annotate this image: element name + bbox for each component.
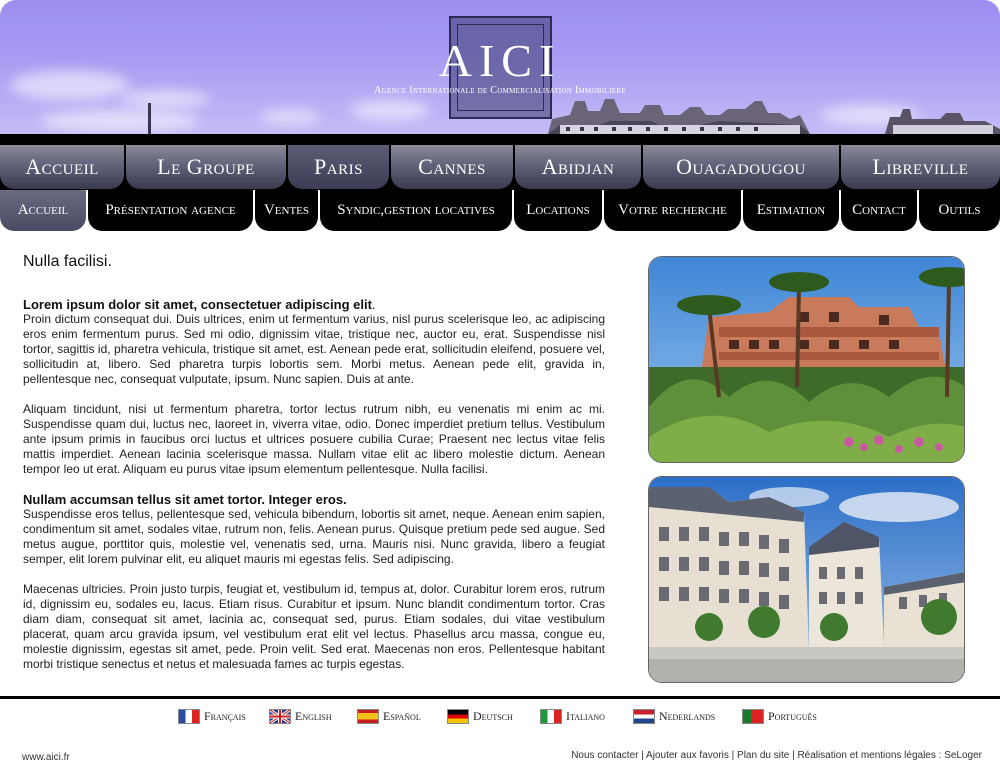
lang-label: Deutsch <box>473 709 513 723</box>
lang-label: Nederlands <box>659 709 716 723</box>
footer-links[interactable]: Nous contacter | Ajouter aux favoris | P… <box>571 750 982 761</box>
photo-buildings <box>648 476 965 683</box>
footer-divider <box>0 696 1000 699</box>
sub-nav-votre-recherche[interactable]: Votre recherche <box>604 190 741 231</box>
sub-nav-outils[interactable]: Outils <box>919 190 1000 231</box>
main-nav-ouagadougou[interactable]: Ouagadougou <box>643 145 839 189</box>
lang-portugues[interactable]: Português <box>742 709 817 724</box>
sub-nav: Accueil Présentation agence Ventes Syndi… <box>0 190 1000 231</box>
lang-english[interactable]: English <box>269 709 332 724</box>
lang-italiano[interactable]: Italiano <box>540 709 605 724</box>
paragraph: Aliquam tincidunt, nisi ut fermentum pha… <box>23 402 605 476</box>
flag-netherlands-icon <box>633 709 655 724</box>
section-heading-suffix: . <box>371 297 376 312</box>
paragraph: Maecenas ultricies. Proin justo turpis, … <box>23 582 605 671</box>
flag-spain-icon <box>357 709 379 724</box>
lang-label: Español <box>383 709 421 723</box>
sub-nav-ventes[interactable]: Ventes <box>255 190 318 231</box>
paragraph: Suspendisse eros tellus, pellentesque se… <box>23 507 605 566</box>
site-url[interactable]: www.aici.fr <box>22 752 70 763</box>
main-nav-abidjan[interactable]: Abidjan <box>515 145 641 189</box>
sub-nav-presentation[interactable]: Présentation agence <box>88 190 253 231</box>
sub-nav-syndic[interactable]: Syndic,gestion locatives <box>320 190 512 231</box>
sub-nav-accueil[interactable]: Accueil <box>0 190 86 231</box>
main-nav-cannes[interactable]: Cannes <box>391 145 513 189</box>
section-heading: Lorem ipsum dolor sit amet, consectetuer… <box>23 297 605 312</box>
lang-espanol[interactable]: Español <box>357 709 421 724</box>
section-heading: Nullam accumsan tellus sit amet tortor. … <box>23 492 347 507</box>
lang-label: Italiano <box>566 709 605 723</box>
main-nav-accueil[interactable]: Accueil <box>0 145 124 189</box>
sub-nav-contact[interactable]: Contact <box>841 190 917 231</box>
header-banner: AICI Agence Internationale de Commercial… <box>0 0 1000 134</box>
main-content: Nulla facilisi. Lorem ipsum dolor sit am… <box>23 254 605 687</box>
lang-francais[interactable]: Français <box>178 709 246 724</box>
logo-text[interactable]: AICI <box>0 34 1000 87</box>
lang-deutsch[interactable]: Deutsch <box>447 709 513 724</box>
main-nav-libreville[interactable]: Libreville <box>841 145 1000 189</box>
logo-tagline: Agence Internationale de Commercialisati… <box>374 85 626 96</box>
lang-nederlands[interactable]: Nederlands <box>633 709 715 724</box>
flag-italy-icon <box>540 709 562 724</box>
lang-label: Français <box>204 709 246 723</box>
sub-nav-locations[interactable]: Locations <box>514 190 602 231</box>
lang-label: Português <box>768 709 817 723</box>
lang-label: English <box>295 709 332 723</box>
page-title: Nulla facilisi. <box>23 253 112 270</box>
flag-portugal-icon <box>742 709 764 724</box>
paragraph: Proin dictum consequat dui. Duis ultrice… <box>23 312 605 386</box>
main-nav-le-groupe[interactable]: Le Groupe <box>126 145 286 189</box>
nav-divider <box>0 134 1000 145</box>
photo-resort <box>648 256 965 463</box>
flag-france-icon <box>178 709 200 724</box>
section-heading-text: Lorem ipsum dolor sit amet, consectetuer… <box>23 297 372 312</box>
flag-germany-icon <box>447 709 469 724</box>
language-bar: Français English Español Deutsch Italian… <box>0 709 1000 727</box>
sub-nav-estimation[interactable]: Estimation <box>743 190 839 231</box>
main-nav: Accueil Le Groupe Paris Cannes Abidjan O… <box>0 145 1000 190</box>
flag-uk-icon <box>269 709 291 724</box>
main-nav-paris[interactable]: Paris <box>288 145 389 189</box>
